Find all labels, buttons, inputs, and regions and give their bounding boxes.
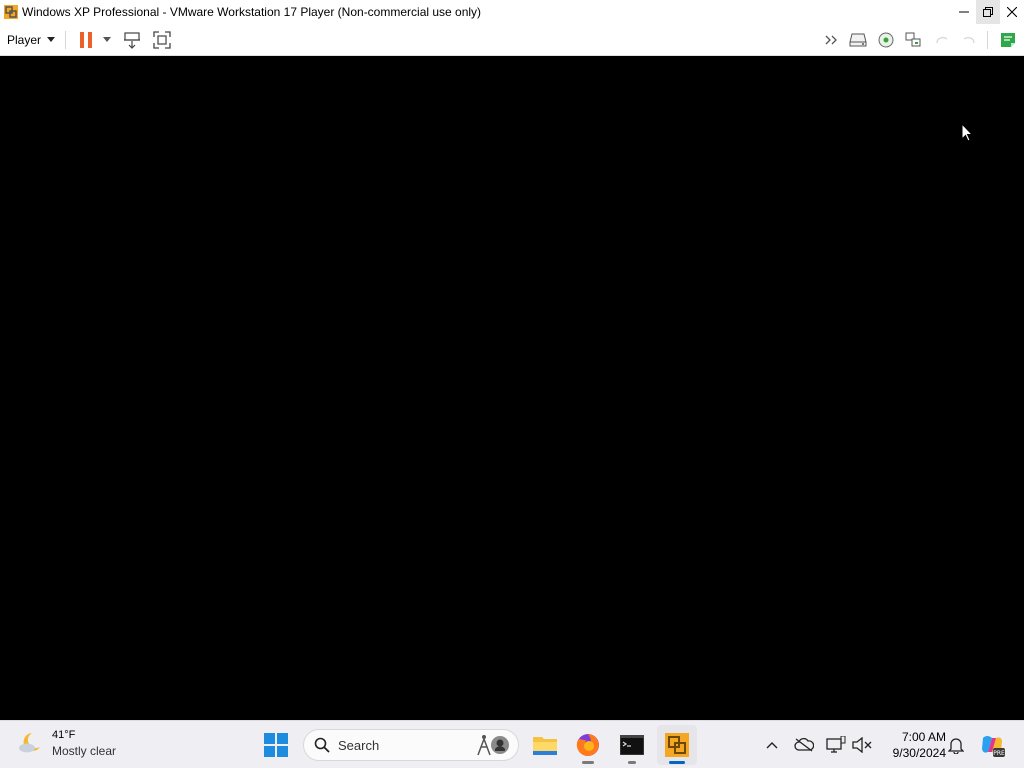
power-options-dropdown[interactable] bbox=[100, 24, 114, 55]
close-button[interactable] bbox=[1000, 0, 1024, 24]
mouse-cursor-icon bbox=[961, 123, 973, 142]
taskbar-clock[interactable]: 7:00 AM 9/30/2024 bbox=[880, 729, 946, 761]
terminal-icon bbox=[620, 735, 644, 755]
running-indicator bbox=[582, 761, 594, 764]
folder-icon bbox=[533, 737, 557, 755]
active-indicator bbox=[669, 761, 685, 764]
copilot-pre-badge: PRE bbox=[993, 750, 1005, 757]
more-devices-button[interactable] bbox=[822, 24, 842, 55]
taskbar: 41°F Mostly clear Search 7:00 AM 9/30/20… bbox=[0, 720, 1024, 768]
chevron-down-icon bbox=[47, 37, 56, 42]
unity-exit-button[interactable] bbox=[959, 24, 979, 55]
vmware-app-icon bbox=[4, 5, 18, 19]
search-placeholder: Search bbox=[338, 737, 380, 753]
copilot-button[interactable]: PRE bbox=[978, 731, 1006, 759]
message-log-icon bbox=[1001, 32, 1015, 47]
more-devices-icon bbox=[825, 35, 837, 44]
search-icon bbox=[314, 737, 330, 753]
restore-button[interactable] bbox=[976, 0, 1000, 24]
hard-disk-button[interactable] bbox=[848, 24, 868, 55]
notifications-button[interactable] bbox=[944, 733, 968, 757]
player-toolbar: Player bbox=[0, 24, 1024, 56]
weather-condition: Mostly clear bbox=[52, 744, 117, 758]
clock-date: 9/30/2024 bbox=[892, 746, 946, 760]
search-highlight-icon bbox=[477, 735, 509, 756]
running-indicator bbox=[628, 761, 636, 764]
chevron-up-icon bbox=[766, 742, 778, 749]
cd-dvd-button[interactable] bbox=[876, 24, 896, 55]
message-log-button[interactable] bbox=[996, 24, 1020, 55]
player-menu-label: Player bbox=[7, 32, 42, 47]
full-screen-icon bbox=[153, 30, 171, 49]
tray-display[interactable] bbox=[824, 733, 848, 757]
taskbar-command-prompt[interactable] bbox=[612, 725, 652, 765]
clock-time: 7:00 AM bbox=[901, 730, 946, 744]
tray-onedrive[interactable] bbox=[792, 733, 816, 757]
pause-icon bbox=[80, 31, 92, 48]
pause-button[interactable] bbox=[74, 24, 98, 55]
send-ctrl-alt-del-button[interactable] bbox=[120, 24, 144, 55]
close-icon bbox=[1007, 7, 1017, 17]
display-icon bbox=[826, 736, 846, 753]
minimize-icon bbox=[959, 11, 969, 13]
toolbar-divider bbox=[987, 31, 988, 49]
restore-icon bbox=[983, 7, 993, 17]
moon-cloud-icon bbox=[19, 733, 40, 753]
copilot-icon: PRE bbox=[982, 736, 1005, 757]
notifications-bell-icon bbox=[948, 738, 964, 754]
taskbar-file-explorer[interactable] bbox=[525, 725, 565, 765]
weather-widget[interactable]: 41°F Mostly clear bbox=[16, 727, 116, 759]
send-ctrl-alt-del-icon bbox=[124, 31, 140, 49]
taskbar-search[interactable]: Search bbox=[303, 729, 519, 761]
vm-display[interactable] bbox=[0, 56, 1024, 720]
start-button[interactable] bbox=[256, 725, 296, 765]
network-adapter-button[interactable] bbox=[903, 24, 923, 55]
window-title: Windows XP Professional - VMware Worksta… bbox=[22, 5, 482, 19]
tray-volume[interactable] bbox=[850, 733, 874, 757]
windows-logo-icon bbox=[264, 733, 288, 757]
title-bar: Windows XP Professional - VMware Worksta… bbox=[0, 0, 1024, 24]
network-adapter-icon bbox=[905, 32, 921, 46]
cd-dvd-icon bbox=[878, 32, 894, 47]
taskbar-firefox[interactable] bbox=[568, 725, 608, 765]
player-menu[interactable]: Player bbox=[4, 24, 58, 55]
unity-disabled-icon bbox=[936, 36, 948, 43]
vmware-icon bbox=[665, 733, 689, 757]
weather-temperature: 41°F bbox=[52, 729, 76, 741]
hard-disk-icon bbox=[849, 33, 867, 46]
unity-exit-disabled-icon bbox=[963, 36, 975, 43]
unity-button[interactable] bbox=[932, 24, 952, 55]
full-screen-button[interactable] bbox=[150, 24, 174, 55]
toolbar-divider bbox=[65, 31, 66, 49]
taskbar-vmware-player[interactable] bbox=[657, 725, 697, 765]
speaker-muted-icon bbox=[852, 737, 872, 753]
minimize-button[interactable] bbox=[952, 0, 976, 24]
show-hidden-icons-button[interactable] bbox=[760, 733, 784, 757]
cloud-offline-icon bbox=[794, 738, 814, 752]
dropdown-arrow-icon bbox=[103, 37, 111, 42]
firefox-icon bbox=[576, 734, 599, 756]
